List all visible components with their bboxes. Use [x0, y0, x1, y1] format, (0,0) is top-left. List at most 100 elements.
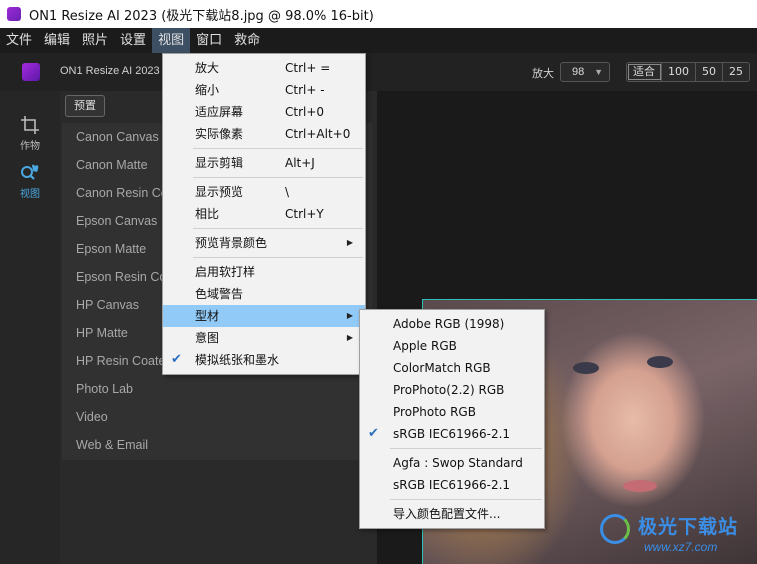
view-menu-item[interactable]: 色域警告 [163, 283, 365, 305]
menu-item-label: 实际像素 [195, 127, 244, 141]
zoom-value: 98 [572, 66, 585, 78]
profile-item-label: ProPhoto RGB [393, 405, 476, 419]
menu-separator [193, 148, 363, 149]
zoom-button-3[interactable]: 25 [723, 63, 749, 81]
menu-item-label: 适应屏幕 [195, 105, 244, 119]
tool-rail: 作物 视图 [0, 91, 60, 564]
rail-item-view[interactable]: 视图 [0, 163, 60, 200]
menu-separator [390, 499, 542, 500]
menu-item-shortcut: Ctrl+ - [285, 83, 325, 97]
profile-submenu: Adobe RGB (1998) Apple RGB ColorMatch RGB P… [359, 309, 545, 529]
zoom-label: 放大 [532, 67, 554, 80]
profile-menu-item[interactable]: sRGB IEC61966-2.1 [360, 474, 544, 496]
menu-item-label: 模拟纸张和墨水 [195, 353, 280, 367]
menu-item-4[interactable]: 视图 [152, 28, 191, 53]
rail-item-crop[interactable]: 作物 [0, 115, 60, 152]
app-icon [7, 7, 21, 21]
menu-item-shortcut: \ [285, 185, 290, 199]
view-menu-item[interactable]: 预览背景颜色 ▶ [163, 232, 365, 254]
rail-label-crop: 作物 [20, 141, 40, 152]
view-menu-item[interactable]: 相比 Ctrl+Y [163, 203, 365, 225]
profile-item-label: sRGB IEC61966-2.1 [393, 427, 511, 441]
watermark-text: 极光下载站 [638, 516, 739, 538]
menu-item-5[interactable]: 窗口 [190, 28, 228, 53]
watermark-logo-icon [600, 514, 630, 544]
menu-item-label: 缩小 [195, 83, 220, 97]
view-menu-item[interactable]: 意图 ▶ [163, 327, 365, 349]
profile-menu-item[interactable]: Adobe RGB (1998) [360, 313, 544, 335]
window-title: ON1 Resize AI 2023 (极光下载站8.jpg @ 98.0% 1… [29, 8, 374, 24]
view-menu-item[interactable]: ✔ 模拟纸张和墨水 [163, 349, 365, 371]
menu-bar: 文件 编辑 照片 设置 视图 窗口 救命 [0, 28, 757, 53]
profile-item-label: Agfa : Swop Standard [393, 456, 523, 470]
menu-item-label: 显示剪辑 [195, 156, 244, 170]
view-menu-item[interactable]: 显示预览 \ [163, 181, 365, 203]
preset-item[interactable]: Web & Email [62, 431, 372, 459]
menu-item-label: 显示预览 [195, 185, 244, 199]
menu-item-label: 预览背景颜色 [195, 236, 268, 250]
menu-item-3[interactable]: 设置 [114, 28, 152, 53]
app-window: ON1 Resize AI 2023 (极光下载站8.jpg @ 98.0% 1… [0, 0, 757, 564]
preset-item[interactable]: Video [62, 403, 372, 431]
profile-menu-item[interactable]: 导入颜色配置文件... [360, 503, 544, 525]
view-menu-item[interactable]: 型材 ▶ [163, 305, 365, 327]
view-menu-item[interactable]: 适应屏幕 Ctrl+0 [163, 101, 365, 123]
zoom-hand-icon [21, 164, 39, 180]
menu-item-shortcut: Ctrl+Alt+0 [285, 127, 351, 141]
menu-separator [193, 177, 363, 178]
menu-item-label: 型材 [195, 309, 220, 323]
submenu-arrow-icon: ▶ [346, 333, 353, 342]
menu-item-shortcut: Alt+J [285, 156, 315, 170]
profile-menu-item[interactable]: Apple RGB [360, 335, 544, 357]
menu-separator [193, 257, 363, 258]
on1-logo-icon [22, 63, 40, 81]
profile-item-label: 导入颜色配置文件... [393, 507, 501, 521]
menu-item-label: 相比 [195, 207, 220, 221]
checkmark-icon: ✔ [171, 352, 182, 367]
photo-eye-right [647, 356, 673, 368]
profile-menu-item[interactable]: ✔ sRGB IEC61966-2.1 [360, 423, 544, 445]
zoom-button-0[interactable]: 适合 [627, 63, 662, 81]
menu-separator [193, 228, 363, 229]
menu-separator [390, 448, 542, 449]
zoom-button-2[interactable]: 50 [696, 63, 723, 81]
preset-item[interactable]: Photo Lab [62, 375, 372, 403]
zoom-button-1[interactable]: 100 [662, 63, 696, 81]
title-bar: ON1 Resize AI 2023 (极光下载站8.jpg @ 98.0% 1… [0, 0, 757, 28]
menu-item-2[interactable]: 照片 [76, 28, 114, 53]
view-menu-item[interactable]: 缩小 Ctrl+ - [163, 79, 365, 101]
view-menu-item[interactable]: 放大 Ctrl+ = [163, 57, 365, 79]
zoom-preset-group: 适合 100 50 25 [626, 62, 750, 82]
submenu-arrow-icon: ▶ [346, 238, 353, 247]
view-menu-item[interactable]: 启用软打样 [163, 261, 365, 283]
checkmark-icon: ✔ [368, 426, 379, 441]
product-name: ON1 Resize AI 2023 [60, 65, 160, 77]
menu-item-label: 启用软打样 [195, 265, 256, 279]
profile-menu-item[interactable]: ProPhoto(2.2) RGB [360, 379, 544, 401]
view-menu-item[interactable]: 实际像素 Ctrl+Alt+0 [163, 123, 365, 145]
menu-item-label: 放大 [195, 61, 220, 75]
menu-item-label: 意图 [195, 331, 220, 345]
profile-item-label: ProPhoto(2.2) RGB [393, 383, 505, 397]
view-menu-item[interactable]: 显示剪辑 Alt+J [163, 152, 365, 174]
profile-menu-item[interactable]: ColorMatch RGB [360, 357, 544, 379]
menu-item-1[interactable]: 编辑 [38, 28, 76, 53]
rail-label-view: 视图 [20, 189, 40, 200]
profile-item-label: Apple RGB [393, 339, 457, 353]
presets-button[interactable]: 预置 [65, 95, 105, 117]
menu-item-6[interactable]: 救命 [228, 28, 266, 53]
profile-menu-item[interactable]: ProPhoto RGB [360, 401, 544, 423]
profile-item-label: Adobe RGB (1998) [393, 317, 505, 331]
top-toolbar: ON1 Resize AI 2023 放大 98 ▼ 适合 100 50 25 [0, 53, 757, 91]
chevron-down-icon: ▼ [594, 67, 603, 77]
zoom-select[interactable]: 98 ▼ [560, 62, 610, 82]
menu-item-shortcut: Ctrl+ = [285, 61, 331, 75]
watermark-url: www.xz7.com [644, 540, 718, 554]
submenu-arrow-icon: ▶ [346, 311, 353, 320]
profile-item-label: ColorMatch RGB [393, 361, 491, 375]
photo-eye-left [573, 362, 599, 374]
photo-lips [623, 480, 657, 492]
menu-item-label: 色域警告 [195, 287, 244, 301]
profile-menu-item[interactable]: Agfa : Swop Standard [360, 452, 544, 474]
menu-item-0[interactable]: 文件 [0, 28, 38, 53]
